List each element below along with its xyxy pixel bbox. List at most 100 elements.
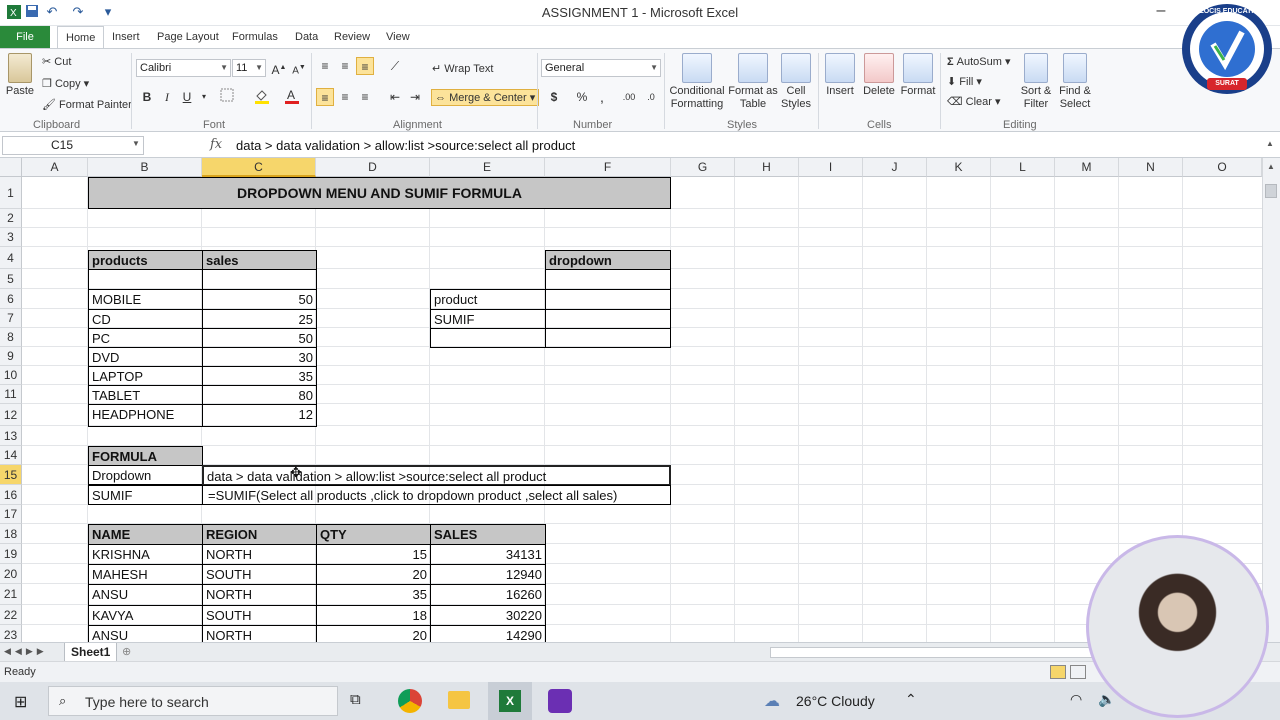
row-header-8[interactable]: 8 xyxy=(0,328,22,347)
row-header-20[interactable]: 20 xyxy=(0,564,22,584)
row-header-2[interactable]: 2 xyxy=(0,209,22,228)
wifi-icon[interactable]: ◠ xyxy=(1070,691,1082,708)
row-header-12[interactable]: 12 xyxy=(0,404,22,426)
decrease-indent-icon[interactable]: ⇤ xyxy=(386,88,404,106)
font-name-combo[interactable]: Calibri ▼ xyxy=(136,59,231,77)
chevron-down-icon[interactable]: ▾ xyxy=(195,88,213,106)
tab-page-layout[interactable]: Page Layout xyxy=(149,26,227,48)
shrink-font-icon[interactable]: A▼ xyxy=(290,59,308,77)
product-name-cell[interactable]: HEADPHONE xyxy=(88,404,203,427)
font-color-icon[interactable]: A xyxy=(283,88,301,106)
table2-cell[interactable]: NORTH xyxy=(202,625,317,642)
table2-cell[interactable]: KAVYA xyxy=(88,605,203,626)
sumif-result-cell[interactable] xyxy=(545,309,671,329)
product-sales-cell[interactable]: 80 xyxy=(202,385,317,405)
expand-formula-bar-icon[interactable]: ▲ xyxy=(1266,139,1274,148)
decrease-decimal-icon[interactable]: .0 xyxy=(642,88,660,106)
empty-cell[interactable] xyxy=(545,328,671,348)
name-box[interactable]: C15 xyxy=(2,136,144,155)
row-header-7[interactable]: 7 xyxy=(0,309,22,328)
column-header-i[interactable]: I xyxy=(799,158,863,177)
sumif-label-cell[interactable]: SUMIF xyxy=(430,309,546,329)
row-header-18[interactable]: 18 xyxy=(0,524,22,544)
tab-view[interactable]: View xyxy=(378,26,418,48)
task-view-icon[interactable]: ⧉ xyxy=(350,691,361,708)
table2-cell[interactable]: SOUTH xyxy=(202,564,317,585)
table2-header-cell[interactable]: QTY xyxy=(316,524,431,545)
new-sheet-icon[interactable]: ⊕ xyxy=(122,645,131,658)
comma-style-icon[interactable]: , xyxy=(593,88,611,106)
table2-cell[interactable]: ANSU xyxy=(88,625,203,642)
product-name-cell[interactable]: LAPTOP xyxy=(88,366,203,386)
row-header-13[interactable]: 13 xyxy=(0,426,22,446)
format-painter-button[interactable]: 🖌 Format Painter xyxy=(42,98,132,111)
format-as-table-button[interactable]: Format as Table xyxy=(728,53,778,111)
increase-decimal-icon[interactable]: .00 xyxy=(620,88,638,106)
table2-cell[interactable]: 16260 xyxy=(430,584,546,606)
product-sales-cell[interactable]: 25 xyxy=(202,309,317,329)
product-name-cell[interactable]: CD xyxy=(88,309,203,329)
insert-cells-button[interactable]: Insert xyxy=(822,53,858,98)
product-sales-cell[interactable]: 30 xyxy=(202,347,317,367)
table2-cell[interactable]: NORTH xyxy=(202,544,317,565)
column-header-n[interactable]: N xyxy=(1119,158,1183,177)
product-label-cell[interactable]: product xyxy=(430,289,546,310)
paste-button[interactable]: Paste xyxy=(4,53,36,98)
tab-file[interactable]: File xyxy=(0,26,50,48)
worksheet-grid[interactable]: ABCDEFGHIJKLMNO 1 2 3 4 5 6 7 8 9 10 11 12 13 14 15 16 1… xyxy=(0,158,1262,642)
tab-insert[interactable]: Insert xyxy=(104,26,148,48)
column-header-k[interactable]: K xyxy=(927,158,991,177)
column-header-e[interactable]: E xyxy=(430,158,545,177)
select-all-corner[interactable] xyxy=(0,158,22,177)
weather-text[interactable]: 26°C Cloudy xyxy=(796,693,875,709)
dropdown-header-cell[interactable]: dropdown xyxy=(545,250,671,270)
show-hidden-icons-icon[interactable]: ⌃ xyxy=(905,691,917,708)
minimize-button[interactable]: – xyxy=(1150,0,1172,26)
format-cells-button[interactable]: Format xyxy=(899,53,937,98)
align-bottom-icon[interactable]: ≡ xyxy=(356,57,374,75)
selected-cell-c15[interactable]: data > data validation > allow:list >sou… xyxy=(202,465,671,486)
formula-input[interactable]: data > data validation > allow:list >sou… xyxy=(236,138,575,153)
column-header-m[interactable]: M xyxy=(1055,158,1119,177)
row-header-1[interactable]: 1 xyxy=(0,177,22,209)
product-sales-cell[interactable]: 50 xyxy=(202,328,317,348)
clear-button[interactable]: ⌫ Clear ▾ xyxy=(947,95,1001,108)
copy-button[interactable]: ❐ Copy ▾ xyxy=(42,77,89,90)
volume-icon[interactable]: 🔈 xyxy=(1098,691,1115,708)
wrap-text-button[interactable]: ↵ Wrap Text xyxy=(432,62,493,75)
product-sales-cell[interactable]: 50 xyxy=(202,289,317,310)
app-icon[interactable] xyxy=(548,689,572,713)
table2-cell[interactable]: SOUTH xyxy=(202,605,317,626)
file-explorer-icon[interactable] xyxy=(448,691,470,709)
find-select-button[interactable]: Find & Select xyxy=(1056,53,1094,111)
row-header-21[interactable]: 21 xyxy=(0,584,22,605)
row-header-11[interactable]: 11 xyxy=(0,385,22,404)
align-left-icon[interactable]: ≡ xyxy=(316,88,334,106)
tab-formulas[interactable]: Formulas xyxy=(224,26,286,48)
bold-icon[interactable]: B xyxy=(138,88,156,106)
vertical-scrollbar[interactable]: ▲ xyxy=(1262,158,1280,642)
column-header-l[interactable]: L xyxy=(991,158,1055,177)
row-header-15[interactable]: 15 xyxy=(0,465,22,485)
sales-header-cell[interactable]: sales xyxy=(202,250,317,270)
normal-view-icon[interactable] xyxy=(1050,665,1066,679)
cut-button[interactable]: ✂ Cut xyxy=(42,55,71,68)
row-header-14[interactable]: 14 xyxy=(0,446,22,465)
sumif-formula-label-cell[interactable]: SUMIF xyxy=(88,485,203,505)
table2-cell[interactable]: 20 xyxy=(316,625,431,642)
sheet-title[interactable]: DROPDOWN MENU AND SUMIF FORMULA xyxy=(88,177,671,209)
grow-font-icon[interactable]: A▲ xyxy=(270,59,288,77)
table2-cell[interactable]: 34131 xyxy=(430,544,546,565)
row-header-4[interactable]: 4 xyxy=(0,247,22,269)
table2-header-cell[interactable]: REGION xyxy=(202,524,317,545)
table2-cell[interactable]: 35 xyxy=(316,584,431,606)
column-header-g[interactable]: G xyxy=(671,158,735,177)
row-header-16[interactable]: 16 xyxy=(0,485,22,505)
table2-header-cell[interactable]: SALES xyxy=(430,524,546,545)
conditional-formatting-button[interactable]: Conditional Formatting xyxy=(668,53,726,111)
italic-icon[interactable]: I xyxy=(158,88,176,106)
sheet-tab-sheet1[interactable]: Sheet1 xyxy=(64,643,118,662)
column-header-a[interactable]: A xyxy=(22,158,88,177)
column-header-f[interactable]: F xyxy=(545,158,671,177)
product-name-cell[interactable]: TABLET xyxy=(88,385,203,405)
